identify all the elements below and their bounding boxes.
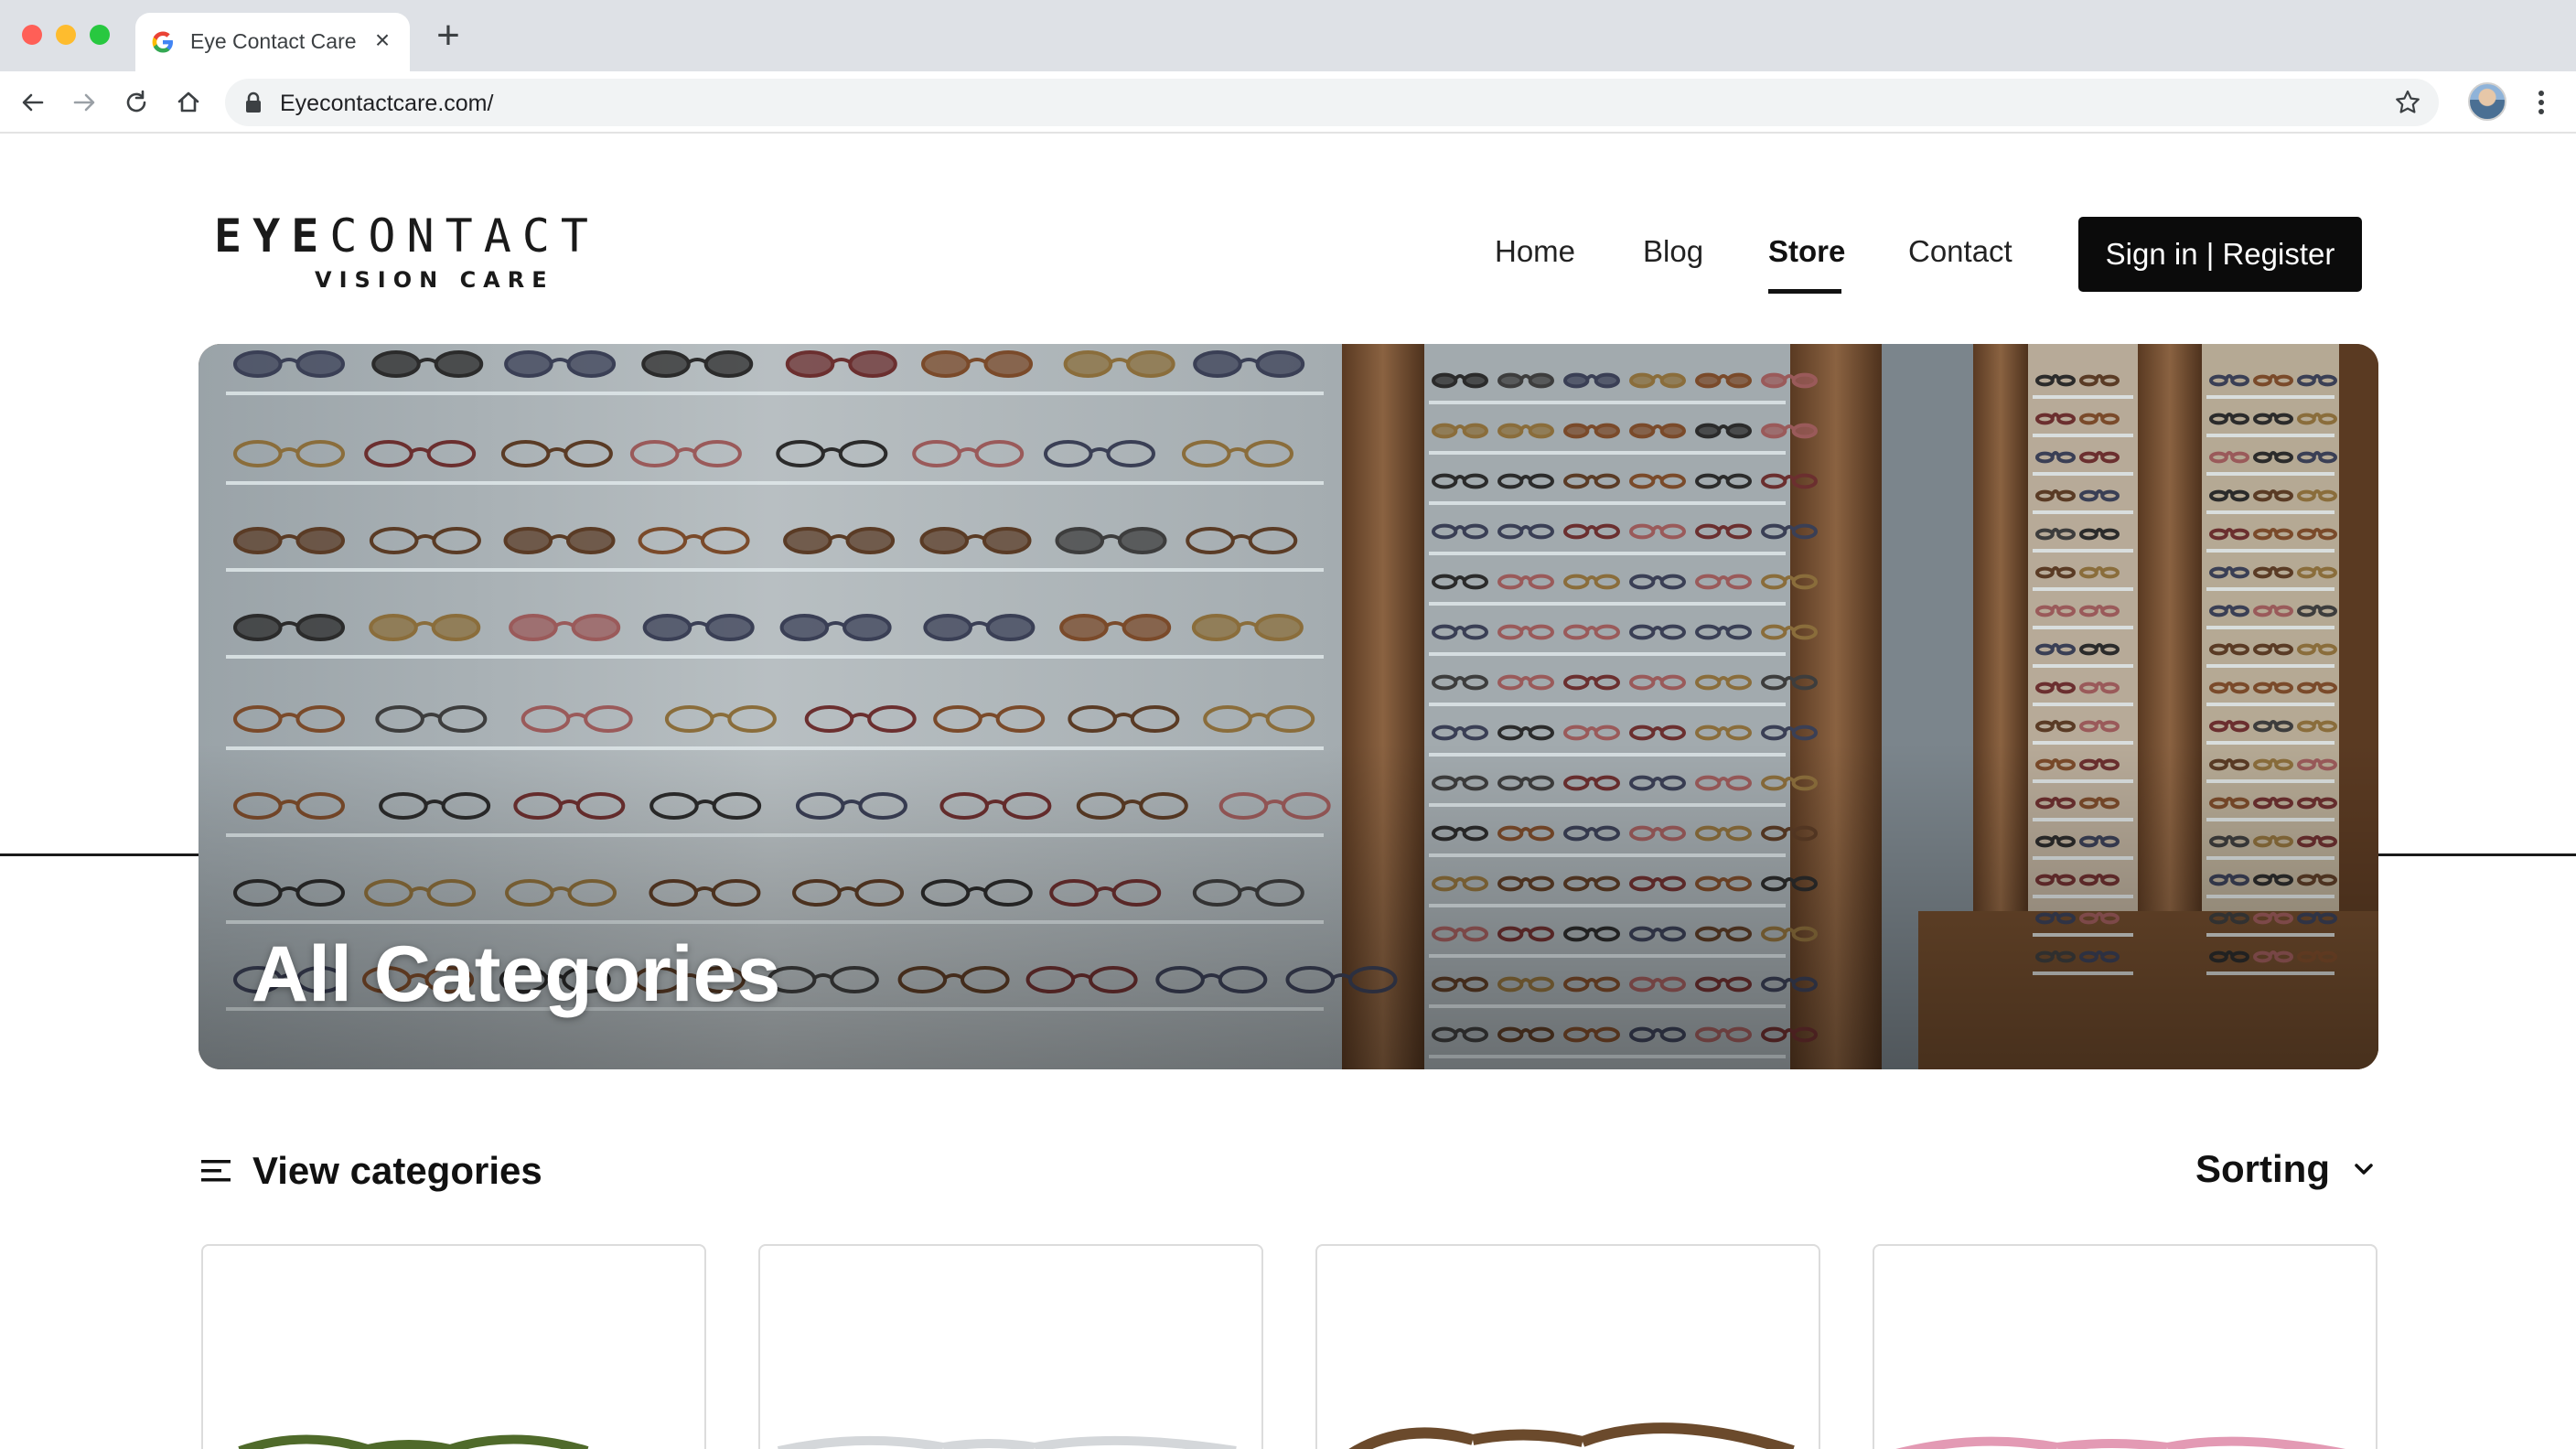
browser-menu-icon[interactable]: [2528, 84, 2554, 121]
address-bar[interactable]: Eyecontactcare.com/: [225, 79, 2439, 126]
logo-word-contact: CONTACT: [329, 209, 600, 263]
logo-wordmark: EYECONTACT: [214, 209, 607, 263]
sorting-dropdown[interactable]: Sorting: [2195, 1143, 2377, 1195]
product-card[interactable]: [758, 1244, 1263, 1449]
glasses-frame: [238, 1434, 589, 1449]
eyeglasses-thumbnail-icon: [777, 1435, 1237, 1449]
nav-contact[interactable]: Contact: [1908, 234, 2012, 269]
forward-button[interactable]: [64, 82, 104, 123]
logo-subtitle: VISION CARE: [315, 267, 554, 293]
window-maximize-button[interactable]: [90, 25, 110, 45]
window-close-button[interactable]: [22, 25, 42, 45]
view-categories-toggle[interactable]: View categories: [201, 1145, 542, 1197]
glasses-frame: [1895, 1436, 2346, 1449]
back-button[interactable]: [13, 82, 53, 123]
sorting-label: Sorting: [2195, 1147, 2330, 1190]
url-text[interactable]: Eyecontactcare.com/: [280, 91, 493, 117]
view-categories-label: View categories: [252, 1149, 542, 1192]
active-nav-indicator: [1768, 289, 1841, 294]
bookmark-star-icon[interactable]: [2393, 88, 2422, 117]
nav-blog[interactable]: Blog: [1643, 234, 1703, 269]
sign-in-register-button[interactable]: Sign in | Register: [2078, 217, 2362, 292]
browser-toolbar: Eyecontactcare.com/: [0, 71, 2576, 134]
hero-banner: All Categories: [199, 344, 2378, 1069]
glasses-frame: [1348, 1422, 1795, 1449]
nav-home[interactable]: Home: [1495, 234, 1575, 269]
lock-icon: [246, 91, 261, 113]
chevron-down-icon: [2355, 1164, 2373, 1175]
nav-store[interactable]: Store: [1768, 234, 1845, 269]
browser-tab[interactable]: Eye Contact Care ×: [135, 13, 410, 71]
product-card[interactable]: [201, 1244, 706, 1449]
window-minimize-button[interactable]: [56, 25, 76, 45]
glasses-frame: [777, 1435, 1237, 1449]
forward-arrow-icon: [73, 93, 95, 112]
tab-title: Eye Contact Care: [190, 29, 357, 53]
home-button[interactable]: [168, 82, 209, 123]
eyeglasses-thumbnail-icon: [1348, 1422, 1795, 1449]
profile-avatar[interactable]: [2468, 82, 2506, 121]
logo-word-eye: EYE: [214, 209, 330, 263]
product-card[interactable]: [1873, 1244, 2377, 1449]
tab-close-icon[interactable]: ×: [368, 26, 397, 55]
hero-title: All Categories: [252, 930, 781, 1018]
reload-icon: [126, 90, 146, 113]
new-tab-button[interactable]: +: [432, 16, 465, 56]
google-favicon-icon: [152, 31, 173, 53]
product-card[interactable]: [1315, 1244, 1820, 1449]
eyeglasses-thumbnail-icon: [1895, 1436, 2346, 1449]
eyeglasses-thumbnail-icon: [238, 1434, 589, 1449]
home-icon: [177, 91, 199, 113]
back-arrow-icon: [22, 93, 44, 112]
browser-tab-bar: Eye Contact Care × +: [0, 0, 2576, 71]
site-logo[interactable]: EYECONTACT VISION CARE: [214, 209, 607, 300]
menu-lines-icon: [201, 1160, 231, 1182]
reload-button[interactable]: [116, 82, 156, 123]
